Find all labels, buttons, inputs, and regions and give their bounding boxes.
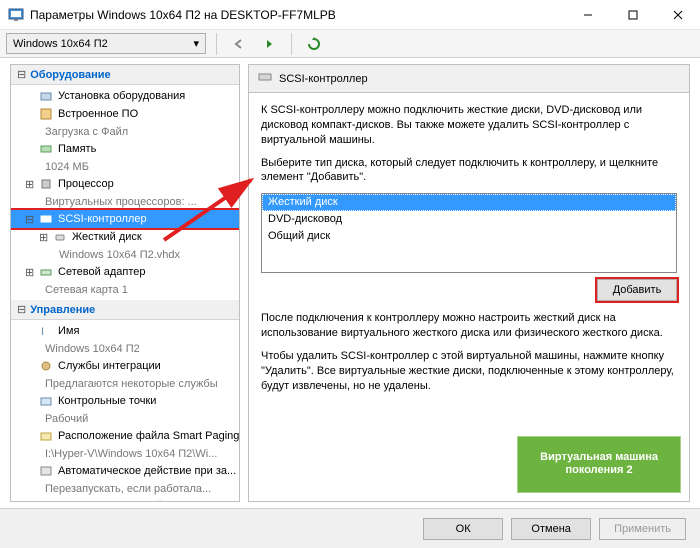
titlebar: Параметры Windows 10x64 П2 на DESKTOP-FF… — [0, 0, 700, 30]
overlay-line-2: поколения 2 — [540, 464, 658, 478]
autostart-icon — [38, 463, 54, 479]
hard-disk-detail: Windows 10x64 П2.vhdx — [11, 246, 239, 263]
window-buttons — [565, 0, 700, 29]
checkpoints-detail: Рабочий — [11, 410, 239, 427]
hardware-section-header[interactable]: ⊟ Оборудование — [11, 65, 239, 85]
section-title: Управление — [30, 304, 95, 316]
add-button[interactable]: Добавить — [597, 279, 677, 301]
description-text-4: Чтобы удалить SCSI-контроллер с этой вир… — [261, 349, 677, 394]
expand-icon: ⊞ — [25, 178, 34, 191]
auto-stop-item[interactable]: Автоматическое действие при за... — [11, 497, 239, 502]
list-item-dvd[interactable]: DVD-дисковод — [262, 211, 676, 228]
cpu-detail: Виртуальных процессоров: ... — [11, 193, 239, 210]
network-adapter-detail: Сетевая карта 1 — [11, 281, 239, 298]
firmware-detail: Загрузка с Файл — [11, 123, 239, 140]
network-adapter-item[interactable]: ⊞Сетевой адаптер — [11, 263, 239, 281]
hard-disk-item[interactable]: ⊞Жесткий диск — [11, 228, 239, 246]
separator — [216, 33, 217, 55]
app-icon — [8, 7, 24, 23]
integration-services-detail: Предлагаются некоторые службы — [11, 375, 239, 392]
add-hardware-item[interactable]: Установка оборудования — [11, 87, 239, 105]
autostop-icon — [38, 498, 54, 502]
description-text-3: После подключения к контроллеру можно на… — [261, 311, 677, 341]
annotation-overlay: Виртуальная машина поколения 2 — [517, 436, 681, 494]
memory-item[interactable]: Память — [11, 140, 239, 158]
cpu-item[interactable]: ⊞Процессор — [11, 175, 239, 193]
cancel-button[interactable]: Отмена — [511, 518, 591, 540]
checkpoints-item[interactable]: Контрольные точки — [11, 392, 239, 410]
expand-icon: ⊞ — [25, 266, 34, 279]
toolbar: Windows 10x64 П2 ▾ — [0, 30, 700, 58]
description-text-2: Выберите тип диска, который следует подк… — [261, 156, 677, 186]
description-text-1: К SCSI-контроллеру можно подключить жест… — [261, 103, 677, 148]
memory-icon — [38, 141, 54, 157]
management-section-header[interactable]: ⊟ Управление — [11, 300, 239, 320]
section-title: Оборудование — [30, 69, 110, 81]
panel-title: SCSI-контроллер — [279, 73, 368, 85]
integration-services-item[interactable]: Службы интеграции — [11, 357, 239, 375]
maximize-button[interactable] — [610, 0, 655, 29]
management-tree: IИмя Windows 10x64 П2 Службы интеграции … — [11, 320, 239, 502]
vm-selector-value: Windows 10x64 П2 — [13, 38, 108, 50]
folder-icon — [38, 428, 54, 444]
auto-start-detail: Перезапускать, если работала... — [11, 480, 239, 497]
list-item-hdd[interactable]: Жесткий диск — [262, 194, 676, 211]
network-icon — [38, 264, 54, 280]
scsi-controller-item[interactable]: ⊟SCSI-контроллер — [11, 210, 239, 228]
memory-detail: 1024 МБ — [11, 158, 239, 175]
list-item-shared[interactable]: Общий диск — [262, 228, 676, 245]
chevron-down-icon: ▾ — [193, 37, 199, 50]
panel-header: SCSI-контроллер — [248, 64, 690, 92]
window-title: Параметры Windows 10x64 П2 на DESKTOP-FF… — [30, 8, 565, 22]
separator — [291, 33, 292, 55]
services-icon — [38, 358, 54, 374]
scsi-icon — [257, 69, 273, 88]
name-icon: I — [38, 323, 54, 339]
svg-text:I: I — [41, 326, 44, 338]
minimize-button[interactable] — [565, 0, 610, 29]
ok-button[interactable]: ОК — [423, 518, 503, 540]
back-button[interactable] — [227, 32, 251, 56]
checkpoint-icon — [38, 393, 54, 409]
name-detail: Windows 10x64 П2 — [11, 340, 239, 357]
disk-type-list[interactable]: Жесткий диск DVD-дисковод Общий диск — [261, 193, 677, 273]
smart-paging-detail: I:\Hyper-V\Windows 10x64 П2\Wi... — [11, 445, 239, 462]
detail-panel: SCSI-контроллер К SCSI-контроллеру можно… — [248, 64, 690, 502]
cpu-icon — [38, 176, 54, 192]
apply-button[interactable]: Применить — [599, 518, 686, 540]
dialog-footer: ОК Отмена Применить — [0, 508, 700, 548]
close-button[interactable] — [655, 0, 700, 29]
collapse-icon: ⊟ — [17, 68, 26, 81]
panel-body: К SCSI-контроллеру можно подключить жест… — [248, 92, 690, 502]
settings-tree: ⊟ Оборудование Установка оборудования Вс… — [10, 64, 240, 502]
overlay-line-1: Виртуальная машина — [540, 451, 658, 465]
content-area: ⊟ Оборудование Установка оборудования Вс… — [0, 58, 700, 508]
refresh-button[interactable] — [302, 32, 326, 56]
vm-selector-dropdown[interactable]: Windows 10x64 П2 ▾ — [6, 33, 206, 54]
auto-start-item[interactable]: Автоматическое действие при за... — [11, 462, 239, 480]
add-hardware-icon — [38, 88, 54, 104]
collapse-icon: ⊟ — [25, 213, 34, 226]
firmware-item[interactable]: Встроенное ПО — [11, 105, 239, 123]
bios-icon — [38, 106, 54, 122]
disk-icon — [52, 229, 68, 245]
smart-paging-item[interactable]: Расположение файла Smart Paging — [11, 427, 239, 445]
hardware-tree: Установка оборудования Встроенное ПО Заг… — [11, 85, 239, 300]
expand-icon: ⊞ — [39, 231, 48, 244]
forward-button[interactable] — [257, 32, 281, 56]
collapse-icon: ⊟ — [17, 303, 26, 316]
scsi-icon — [38, 211, 54, 227]
name-item[interactable]: IИмя — [11, 322, 239, 340]
add-button-row: Добавить — [261, 279, 677, 301]
